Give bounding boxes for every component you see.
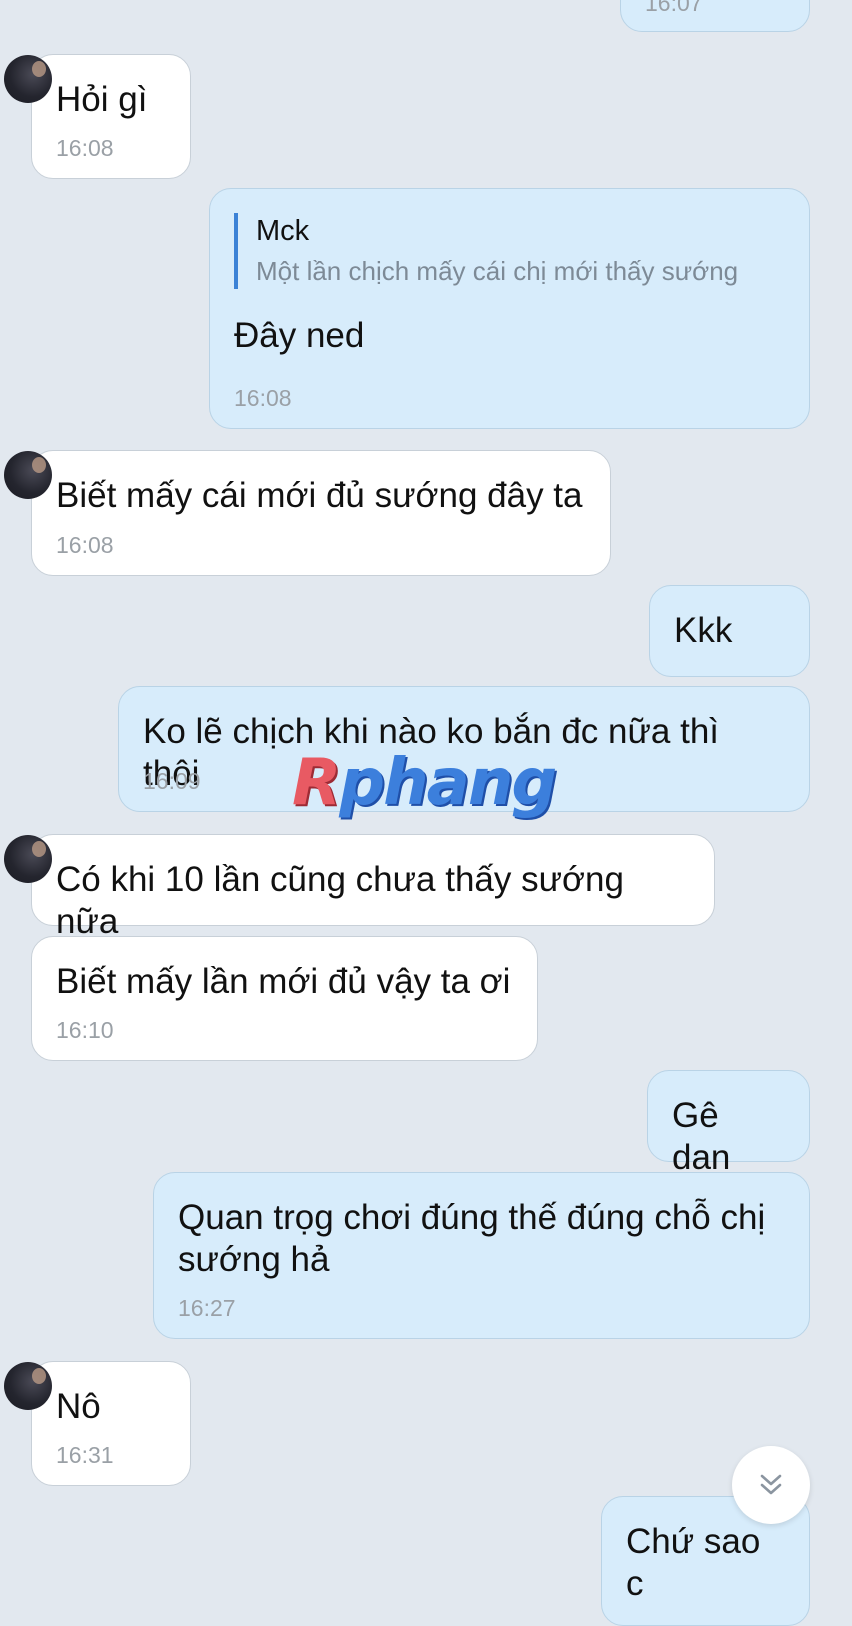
message-text: Có khi 10 lần cũng chưa thấy sướng nữa — [56, 860, 634, 941]
message-time: 16:27 — [178, 1295, 236, 1321]
message-bubble-incoming[interactable]: Hỏi gì 16:08 — [4, 54, 191, 179]
avatar[interactable] — [4, 1362, 52, 1410]
message-bubble-outgoing[interactable]: Quan trọg chơi đúng thế đúng chỗ chị sướ… — [153, 1172, 810, 1339]
message-text: Gê dan — [672, 1096, 731, 1177]
message-text: Kkk — [674, 611, 733, 650]
message-text: Đây ned — [234, 316, 365, 355]
watermark-first-letter: R — [292, 746, 341, 820]
watermark-logo: Rphang — [292, 751, 557, 815]
message-text: Chứ sao c — [626, 1522, 771, 1603]
scroll-to-bottom-button[interactable] — [732, 1446, 810, 1524]
message-text: Biết mấy cái mới đủ sướng đây ta — [56, 476, 583, 515]
message-bubble-incoming[interactable]: Biết mấy lần mới đủ vậy ta ơi 16:10 — [31, 936, 538, 1061]
avatar[interactable] — [4, 55, 52, 103]
message-text: Nô — [56, 1387, 101, 1426]
message-text: Hỏi gì — [56, 80, 148, 119]
watermark-rest: phang — [339, 746, 557, 820]
quote-text: Một lần chịch mấy cái chị mới thấy sướng — [256, 256, 739, 286]
message-time: 16:31 — [56, 1442, 114, 1468]
quote-author: Mck — [256, 215, 310, 247]
message-time: 16:10 — [56, 1017, 114, 1043]
message-bubble-incoming[interactable]: Biết mấy cái mới đủ sướng đây ta 16:08 — [4, 450, 611, 576]
message-time: 16:09 — [143, 768, 201, 794]
message-bubble-outgoing[interactable]: Kkk — [649, 585, 810, 677]
avatar[interactable] — [4, 835, 52, 883]
message-time: 16:07 — [645, 0, 703, 16]
reply-quote[interactable]: Mck Một lần chịch mấy cái chị mới thấy s… — [234, 213, 785, 289]
message-bubble-outgoing[interactable]: Mck Một lần chịch mấy cái chị mới thấy s… — [209, 188, 810, 429]
message-text: Biết mấy lần mới đủ vậy ta ơi — [56, 962, 511, 1001]
message-bubble-outgoing[interactable]: Gê dan — [647, 1070, 810, 1177]
message-bubble-incoming[interactable]: Có khi 10 lần cũng chưa thấy sướng nữa — [4, 834, 715, 941]
double-chevron-down-icon — [756, 1470, 786, 1500]
message-bubble-outgoing[interactable]: 16:07 — [620, 0, 810, 32]
message-text: Quan trọg chơi đúng thế đúng chỗ chị sướ… — [178, 1198, 766, 1279]
message-time: 16:08 — [56, 532, 114, 558]
message-time: 16:08 — [234, 385, 292, 411]
avatar[interactable] — [4, 451, 52, 499]
message-time: 16:08 — [56, 135, 114, 161]
message-bubble-incoming[interactable]: Nô 16:31 — [4, 1361, 191, 1486]
